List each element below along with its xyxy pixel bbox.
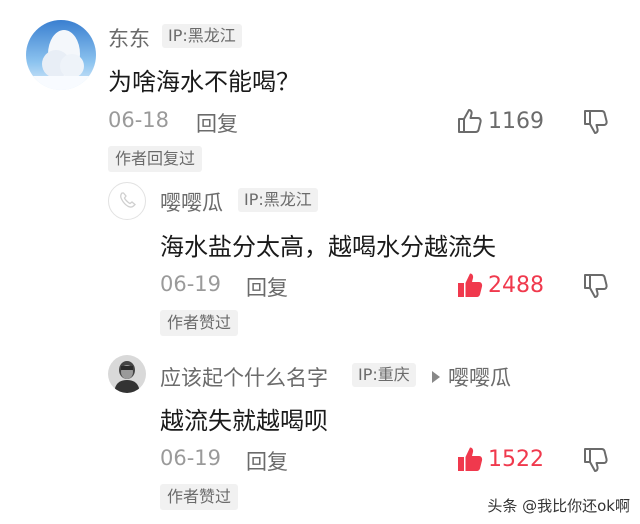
like-button[interactable]: 1169 (456, 106, 544, 136)
reply-button[interactable]: 回复 (246, 272, 288, 302)
reply-button[interactable]: 回复 (196, 108, 238, 138)
avatar-snow-tree-image (26, 20, 96, 90)
reply-to-username: 嘤嘤瓜 (448, 366, 511, 390)
comment-username[interactable]: 应该起个什么名字 (160, 362, 328, 392)
avatar[interactable] (108, 355, 146, 393)
like-count: 1522 (488, 446, 544, 472)
ip-location-badge: IP:重庆 (352, 363, 416, 387)
avatar[interactable] (108, 182, 146, 220)
thumbs-up-icon (458, 273, 483, 297)
author-liked-tag: 作者赞过 (160, 484, 239, 510)
thumbs-up-icon (458, 447, 483, 471)
ip-location-badge: IP:黑龙江 (238, 188, 318, 212)
comment-date: 06-18 (108, 108, 170, 132)
comment-date: 06-19 (160, 272, 222, 296)
like-button[interactable]: 2488 (456, 270, 544, 300)
avatar[interactable] (26, 20, 96, 90)
avatar-portrait-image (108, 355, 146, 393)
comment-username[interactable]: 嘤嘤瓜 (160, 187, 223, 217)
comment-date: 06-19 (160, 446, 222, 470)
author-liked-tag: 作者赞过 (160, 310, 239, 336)
thumbs-down-icon[interactable] (582, 272, 610, 300)
watermark-text: 头条 @我比你还ok啊 (487, 497, 630, 515)
ip-location-badge: IP:黑龙江 (162, 24, 242, 48)
like-count: 1169 (488, 108, 544, 134)
author-replied-tag: 作者回复过 (108, 146, 203, 172)
thumbs-down-icon[interactable] (582, 446, 610, 474)
comment-username[interactable]: 东东 (108, 23, 150, 53)
comment-text: 海水盐分太高，越喝水分越流失 (160, 233, 496, 261)
thumbs-up-icon (458, 109, 482, 133)
like-button[interactable]: 1522 (456, 444, 544, 474)
reply-button[interactable]: 回复 (246, 446, 288, 476)
thumbs-down-icon[interactable] (582, 108, 610, 136)
triangle-right-icon (432, 371, 440, 383)
like-count: 2488 (488, 272, 544, 298)
avatar-phone-icon (120, 192, 136, 208)
comment-text: 越流失就越喝呗 (160, 407, 328, 435)
comment-text: 为啥海水不能喝？ (108, 68, 300, 96)
reply-to-indicator[interactable]: 嘤嘤瓜 (432, 362, 511, 392)
